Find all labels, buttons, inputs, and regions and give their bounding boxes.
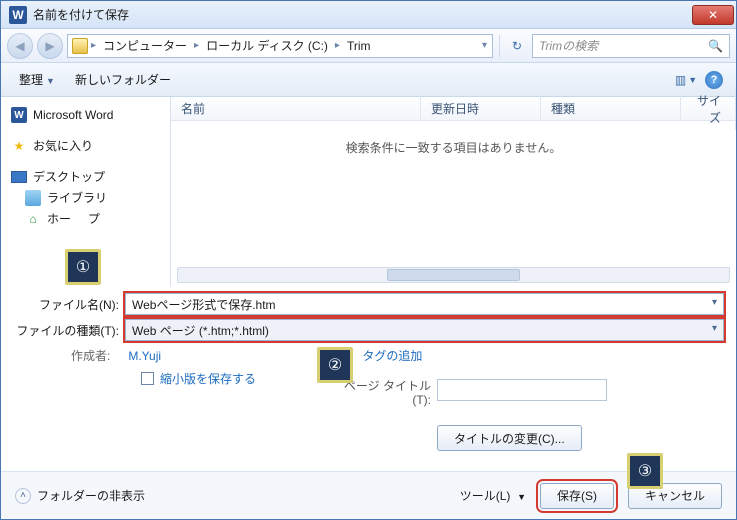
empty-message: 検索条件に一致する項目はありません。 (346, 139, 562, 156)
navbar: ◀ ▶ ▸ コンピューター ▸ ローカル ディスク (C:) ▸ Trim ▾ … (1, 29, 736, 63)
page-title-label: ページ タイトル(T): (343, 379, 431, 407)
author-value[interactable]: M.Yuji (128, 349, 161, 363)
new-folder-button[interactable]: 新しいフォルダー (67, 67, 179, 92)
annotation-badge-2: ② (317, 347, 353, 383)
annotation-badge-1: ① (65, 249, 101, 285)
filetype-label: ファイルの種類(T): (13, 322, 119, 339)
sidebar-item-word[interactable]: W Microsoft Word (5, 105, 166, 125)
checkbox-icon[interactable] (141, 372, 154, 385)
back-button[interactable]: ◀ (7, 33, 33, 59)
chevron-right-icon: ▸ (334, 40, 341, 51)
refresh-button[interactable]: ↻ (506, 35, 528, 57)
list-body: 検索条件に一致する項目はありません。 (171, 121, 736, 287)
forward-button[interactable]: ▶ (37, 33, 63, 59)
chevron-down-icon[interactable]: ▾ (481, 40, 488, 51)
search-input[interactable]: Trimの検索 🔍 (532, 34, 730, 58)
folder-icon (72, 38, 88, 54)
breadcrumb-drive[interactable]: ローカル ディスク (C:) (202, 35, 332, 56)
scrollbar-thumb[interactable] (387, 269, 519, 281)
star-icon: ★ (11, 138, 27, 154)
tags-value[interactable]: タグの追加 (362, 347, 422, 364)
search-icon: 🔍 (708, 39, 723, 53)
chevron-right-icon: ▸ (193, 40, 200, 51)
hide-folders-toggle[interactable]: ˄ フォルダーの非表示 (15, 487, 145, 504)
organize-menu[interactable]: 整理▼ (11, 67, 63, 92)
horizontal-scrollbar[interactable] (177, 267, 730, 283)
back-icon: ◀ (15, 39, 24, 53)
word-app-icon: W (9, 6, 27, 24)
file-list: 名前 更新日時 種類 サイズ 検索条件に一致する項目はありません。 (171, 97, 736, 287)
thumbnail-checkbox-label: 縮小版を保存する (160, 370, 256, 387)
close-icon: ✕ (708, 8, 718, 22)
form-area: ファイル名(N): Webページ形式で保存.htm ファイルの種類(T): We… (1, 287, 736, 391)
libraries-icon (25, 190, 41, 206)
word-icon: W (11, 107, 27, 123)
save-button[interactable]: 保存(S) (540, 483, 614, 509)
separator (499, 35, 500, 57)
desktop-icon (11, 169, 27, 185)
chevron-up-icon: ˄ (15, 488, 31, 504)
annotation-badge-3: ③ (627, 453, 663, 489)
col-name[interactable]: 名前 (171, 96, 421, 121)
list-header: 名前 更新日時 種類 サイズ (171, 97, 736, 121)
sidebar-item-favorites[interactable]: ★ お気に入り (5, 135, 166, 156)
chevron-right-icon: ▸ (90, 40, 97, 51)
sidebar-item-homegroup[interactable]: ⌂ ホー プ (19, 208, 166, 229)
page-title-row: ページ タイトル(T): (343, 379, 607, 407)
view-icon: ▥ (675, 73, 686, 87)
col-type[interactable]: 種類 (541, 96, 681, 121)
sidebar-item-desktop[interactable]: デスクトップ (5, 166, 166, 187)
breadcrumb[interactable]: ▸ コンピューター ▸ ローカル ディスク (C:) ▸ Trim ▾ (67, 34, 493, 58)
tools-menu[interactable]: ツール(L) ▼ (460, 487, 526, 504)
col-date[interactable]: 更新日時 (421, 96, 541, 121)
filename-label: ファイル名(N): (13, 296, 119, 313)
filename-input[interactable]: Webページ形式で保存.htm (125, 293, 724, 315)
breadcrumb-folder[interactable]: Trim (343, 37, 375, 55)
author-label: 作成者: (71, 347, 110, 364)
close-button[interactable]: ✕ (692, 5, 734, 25)
help-icon: ? (705, 71, 723, 89)
breadcrumb-root[interactable]: コンピューター (99, 35, 191, 56)
filetype-select[interactable]: Web ページ (*.htm;*.html) (125, 319, 724, 341)
change-title-button[interactable]: タイトルの変更(C)... (437, 425, 582, 451)
sidebar-item-libraries[interactable]: ライブラリ (19, 187, 166, 208)
dialog-title: 名前を付けて保存 (33, 6, 692, 23)
titlebar: W 名前を付けて保存 ✕ (1, 1, 736, 29)
search-placeholder: Trimの検索 (539, 37, 598, 54)
save-as-dialog: W 名前を付けて保存 ✕ ◀ ▶ ▸ コンピューター ▸ ローカル ディスク (… (0, 0, 737, 520)
footer: ˄ フォルダーの非表示 ツール(L) ▼ 保存(S) キャンセル (1, 471, 736, 519)
forward-icon: ▶ (45, 39, 54, 53)
homegroup-icon: ⌂ (25, 211, 41, 227)
content-area: W Microsoft Word ★ お気に入り デスクトップ ライブラリ ⌂ … (1, 97, 736, 287)
toolbar: 整理▼ 新しいフォルダー ▥▼ ? (1, 63, 736, 97)
page-title-input[interactable] (437, 379, 607, 401)
